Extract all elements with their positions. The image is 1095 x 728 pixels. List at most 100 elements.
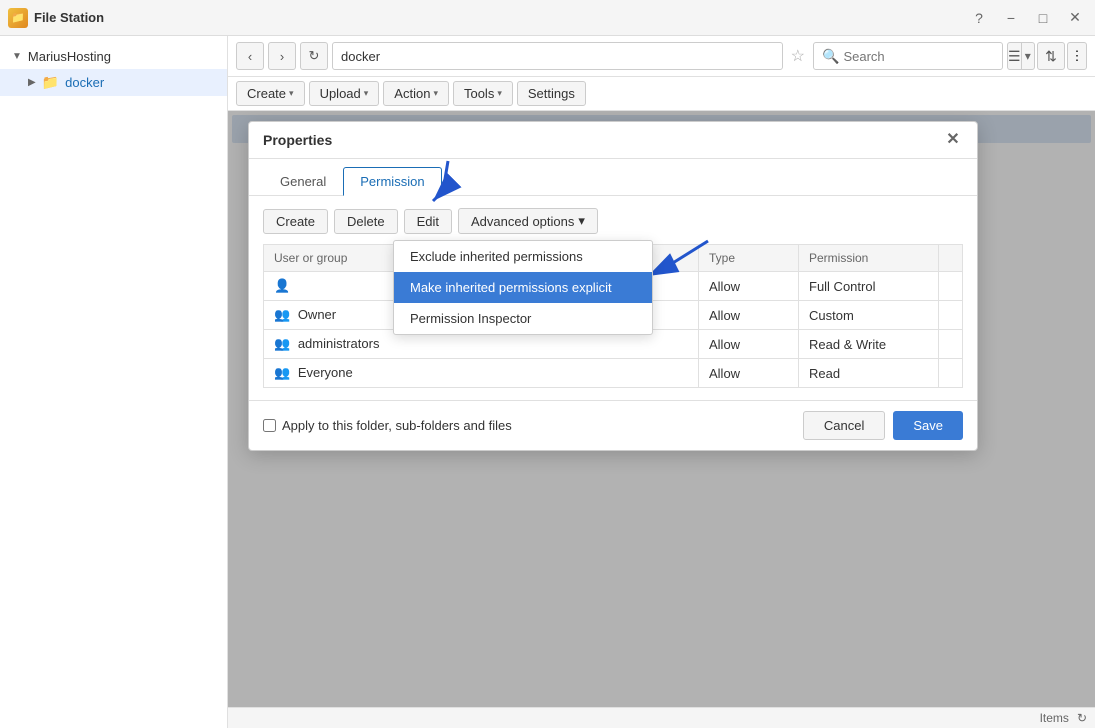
row2-type: Allow bbox=[699, 301, 799, 330]
refresh-button[interactable]: ↻ bbox=[300, 42, 328, 70]
toolbar: ‹ › ↻ ☆ 🔍 ☰ ▾ ⇅ ⋮ bbox=[228, 36, 1095, 77]
tab-permission[interactable]: Permission bbox=[343, 167, 441, 196]
advanced-options-label: Advanced options bbox=[471, 214, 574, 229]
row1-type: Allow bbox=[699, 272, 799, 301]
modal-overlay: Properties ✕ General Permission bbox=[228, 111, 1095, 707]
restore-button[interactable]: □ bbox=[1031, 6, 1055, 30]
perm-create-button[interactable]: Create bbox=[263, 209, 328, 234]
bookmark-icon[interactable]: ☆ bbox=[787, 46, 809, 66]
user-icon: 👤 bbox=[274, 278, 290, 293]
col-permission: Permission bbox=[799, 245, 939, 272]
row2-actions bbox=[939, 301, 963, 330]
expand-arrow-docker: ▶ bbox=[28, 77, 36, 88]
create-dropdown-arrow: ▾ bbox=[289, 88, 294, 99]
tools-dropdown-arrow: ▾ bbox=[497, 88, 502, 99]
titlebar: 📁 File Station ? − □ ✕ bbox=[0, 0, 1095, 36]
apply-checkbox[interactable] bbox=[263, 419, 276, 432]
status-bar: Items ↻ bbox=[228, 707, 1095, 728]
forward-button[interactable]: › bbox=[268, 42, 296, 70]
apply-checkbox-label: Apply to this folder, sub-folders and fi… bbox=[263, 418, 512, 433]
settings-label: Settings bbox=[528, 86, 575, 101]
window-controls: ? − □ ✕ bbox=[967, 6, 1087, 30]
search-input[interactable] bbox=[843, 49, 994, 64]
search-icon: 🔍 bbox=[822, 48, 839, 65]
perm-toolbar: Create Delete Edit Advanced options ▾ bbox=[263, 208, 963, 234]
action-toolbar: Create ▾ Upload ▾ Action ▾ Tools ▾ Setti… bbox=[228, 77, 1095, 111]
apply-label: Apply to this folder, sub-folders and fi… bbox=[282, 418, 512, 433]
items-label: Items bbox=[1040, 711, 1069, 725]
search-box: 🔍 bbox=[813, 42, 1003, 70]
sidebar-item-mariushosting[interactable]: ▼ MariusHosting bbox=[0, 44, 227, 69]
permission-content: Create Delete Edit Advanced options ▾ bbox=[249, 196, 977, 400]
view-controls: ☰ ▾ ⇅ ⋮ bbox=[1007, 42, 1087, 70]
perm-edit-label: Edit bbox=[417, 214, 439, 229]
save-label: Save bbox=[913, 418, 943, 433]
sort-button[interactable]: ⇅ bbox=[1037, 42, 1065, 70]
action-button[interactable]: Action ▾ bbox=[383, 81, 449, 106]
more-options-button[interactable]: ⋮ bbox=[1067, 42, 1087, 70]
sidebar-item-docker[interactable]: ▶ 📁 docker bbox=[0, 69, 227, 96]
dialog-actions: Cancel Save bbox=[803, 411, 963, 440]
sidebar-tree: ▼ MariusHosting ▶ 📁 docker bbox=[0, 36, 227, 104]
list-icon: ☰ bbox=[1008, 48, 1021, 65]
close-button[interactable]: ✕ bbox=[1063, 6, 1087, 30]
cancel-label: Cancel bbox=[824, 418, 864, 433]
perm-delete-button[interactable]: Delete bbox=[334, 209, 398, 234]
exclude-inherited-item[interactable]: Exclude inherited permissions bbox=[394, 241, 652, 272]
dialog-tabs: General Permission bbox=[249, 159, 977, 196]
action-label: Action bbox=[394, 86, 430, 101]
content-area: ‹ › ↻ ☆ 🔍 ☰ ▾ ⇅ ⋮ bbox=[228, 36, 1095, 728]
row3-permission: Read & Write bbox=[799, 330, 939, 359]
row3-actions bbox=[939, 330, 963, 359]
advanced-options-button[interactable]: Advanced options ▾ bbox=[458, 208, 598, 234]
permission-inspector-item[interactable]: Permission Inspector bbox=[394, 303, 652, 334]
make-explicit-item[interactable]: Make inherited permissions explicit bbox=[394, 272, 652, 303]
cancel-button[interactable]: Cancel bbox=[803, 411, 885, 440]
folder-icon: 📁 bbox=[42, 74, 59, 91]
main-layout: ▼ MariusHosting ▶ 📁 docker ‹ › ↻ ☆ 🔍 bbox=[0, 36, 1095, 728]
tools-label: Tools bbox=[464, 86, 494, 101]
dialog-close-button[interactable]: ✕ bbox=[943, 130, 963, 150]
row1-permission: Full Control bbox=[799, 272, 939, 301]
list-view-button[interactable]: ☰ ▾ bbox=[1007, 42, 1035, 70]
minimize-button[interactable]: − bbox=[999, 6, 1023, 30]
settings-button[interactable]: Settings bbox=[517, 81, 586, 106]
tools-button[interactable]: Tools ▾ bbox=[453, 81, 513, 106]
make-explicit-label: Make inherited permissions explicit bbox=[410, 280, 612, 295]
dialog-footer: Apply to this folder, sub-folders and fi… bbox=[249, 400, 977, 450]
table-row[interactable]: 👥 Everyone Allow Read bbox=[264, 359, 963, 388]
expand-arrow: ▼ bbox=[12, 51, 22, 62]
titlebar-left: 📁 File Station bbox=[8, 8, 104, 28]
create-button[interactable]: Create ▾ bbox=[236, 81, 305, 106]
sidebar-root-label: MariusHosting bbox=[28, 49, 111, 64]
more-dots-icon: ⋮ bbox=[1071, 48, 1084, 64]
tab-general-label: General bbox=[280, 174, 326, 189]
tab-general[interactable]: General bbox=[263, 167, 343, 196]
user-icon: 👥 bbox=[274, 365, 290, 380]
help-button[interactable]: ? bbox=[967, 6, 991, 30]
perm-create-label: Create bbox=[276, 214, 315, 229]
file-area: Properties ✕ General Permission bbox=[228, 111, 1095, 707]
perm-delete-label: Delete bbox=[347, 214, 385, 229]
row1-actions bbox=[939, 272, 963, 301]
row4-permission: Read bbox=[799, 359, 939, 388]
upload-label: Upload bbox=[320, 86, 361, 101]
row4-type: Allow bbox=[699, 359, 799, 388]
row4-actions bbox=[939, 359, 963, 388]
refresh-status-icon[interactable]: ↻ bbox=[1077, 711, 1087, 725]
advanced-options-dropdown: Exclude inherited permissions Make inher… bbox=[393, 240, 653, 335]
user-icon: 👥 bbox=[274, 336, 290, 351]
app-title: File Station bbox=[34, 10, 104, 25]
upload-button[interactable]: Upload ▾ bbox=[309, 81, 380, 106]
address-bar[interactable] bbox=[332, 42, 783, 70]
dialog-header: Properties ✕ bbox=[249, 122, 977, 159]
row3-type: Allow bbox=[699, 330, 799, 359]
perm-edit-button[interactable]: Edit bbox=[404, 209, 452, 234]
tab-permission-label: Permission bbox=[360, 174, 424, 189]
sort-icon: ⇅ bbox=[1045, 48, 1057, 65]
save-button[interactable]: Save bbox=[893, 411, 963, 440]
sidebar: ▼ MariusHosting ▶ 📁 docker bbox=[0, 36, 228, 728]
list-view-dropdown[interactable]: ▾ bbox=[1021, 43, 1034, 69]
properties-dialog: Properties ✕ General Permission bbox=[248, 121, 978, 451]
back-button[interactable]: ‹ bbox=[236, 42, 264, 70]
